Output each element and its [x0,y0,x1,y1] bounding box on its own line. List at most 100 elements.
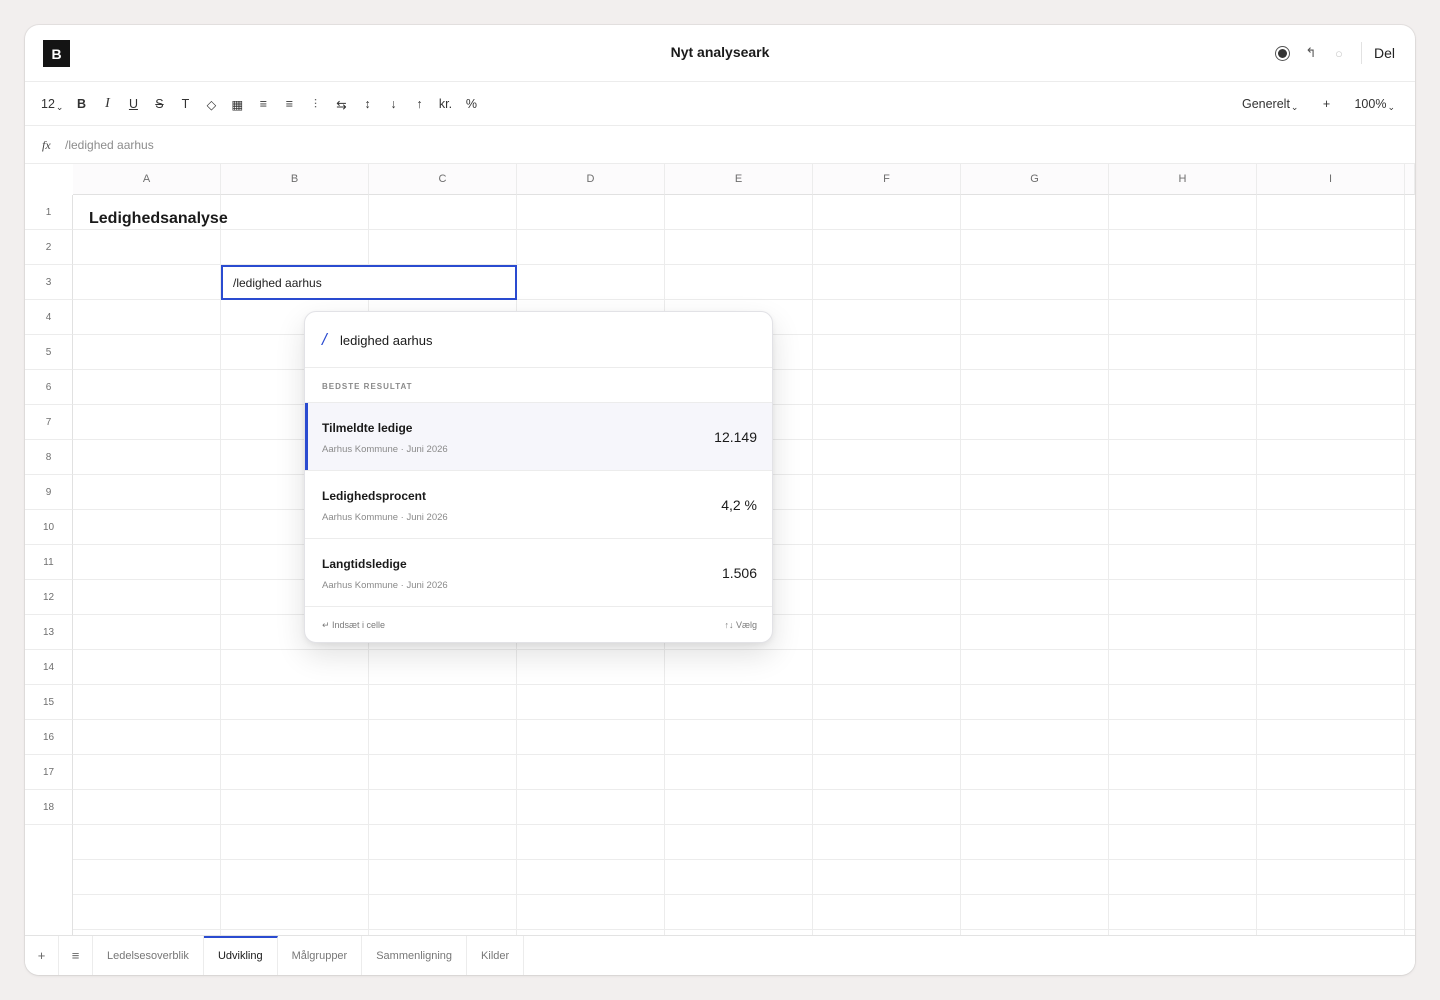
select-all-corner[interactable] [25,164,73,195]
sort-ascending-icon[interactable]: ↑ [407,90,431,118]
section-label: BEDSTE RESULTAT [322,382,413,391]
document-title[interactable]: Nyt analyseark [25,44,1415,60]
align-left-icon[interactable]: ≡ [251,90,275,118]
sheet-tab-udvikling[interactable]: Udvikling [203,936,278,975]
grid-row-line [73,789,1415,790]
row-header-4[interactable]: 4 [25,300,73,335]
row-header-15[interactable]: 15 [25,685,73,720]
row-header-17[interactable]: 17 [25,755,73,790]
row-header-5[interactable]: 5 [25,335,73,370]
slash-icon: / [322,330,327,349]
number-format-select[interactable]: Generelt ⌄ [1238,90,1303,118]
fx-label: fx [42,138,51,152]
formula-input[interactable]: /ledighed aarhus [65,138,154,152]
popup-query-text[interactable]: ledighed aarhus [340,333,433,348]
result-item[interactable]: Tilmeldte ledige Aarhus Kommune · Juni 2… [305,402,772,471]
result-item[interactable]: Langtidsledige Aarhus Kommune · Juni 202… [305,538,772,606]
number-format-value: Generelt [1241,97,1290,111]
result-subtitle: Aarhus Kommune · Juni 2026 [322,444,448,455]
grid-row-line [73,229,1415,230]
row-header-9[interactable]: 9 [25,475,73,510]
column-header-c[interactable]: C [369,164,517,195]
row-header-3[interactable]: 3 [25,265,73,300]
column-header-overflow [1405,164,1415,195]
cell-a1[interactable]: Ledighedsanalyse [89,210,228,228]
grid-row-line [73,824,1415,825]
popup-footer: ↵ Indsæt i celle ↑↓ Vælg [305,606,772,642]
sort-descending-icon[interactable]: ↓ [381,90,405,118]
row-header-1[interactable]: 1 [25,195,73,230]
chevron-down-icon: ⌄ [55,101,64,112]
result-subtitle: Aarhus Kommune · Juni 2026 [322,580,448,591]
merge-cells-icon[interactable]: ⇆ [329,90,353,118]
zoom-select[interactable]: 100% ⌄ [1350,90,1399,118]
row-header-13[interactable]: 13 [25,615,73,650]
add-sheet-icon[interactable]: + [25,936,59,975]
row-height-icon[interactable]: ↕ [355,90,379,118]
column-header-f[interactable]: F [813,164,961,195]
row-header-10[interactable]: 10 [25,510,73,545]
column-header-b[interactable]: B [221,164,369,195]
navigate-hint: ↑↓ Vælg [724,620,757,630]
column-header-h[interactable]: H [1109,164,1257,195]
grid-row-line [73,894,1415,895]
row-header-2[interactable]: 2 [25,230,73,265]
row-header-11[interactable]: 11 [25,545,73,580]
strikethrough-button[interactable]: S [147,90,171,118]
row-header-14[interactable]: 14 [25,650,73,685]
grid-row-line [73,929,1415,930]
row-header-18[interactable]: 18 [25,790,73,825]
sheet-tabs-bar: + ≡ Ledelsesoverblik Udvikling Målgrupper S… [25,935,1415,975]
row-header-8[interactable]: 8 [25,440,73,475]
align-center-icon[interactable]: ≡ [277,90,301,118]
column-header-d[interactable]: D [517,164,665,195]
column-header-i[interactable]: I [1257,164,1405,195]
row-header-12[interactable]: 12 [25,580,73,615]
text-type-button[interactable]: T [173,90,197,118]
sheet-menu-icon[interactable]: ≡ [59,936,93,975]
percent-format-button[interactable]: % [459,90,483,118]
result-title: Langtidsledige [322,557,407,571]
popup-search-field[interactable]: / ledighed aarhus [305,312,772,368]
insert-hint: ↵ Indsæt i celle [322,620,386,630]
zoom-value: 100% [1354,97,1387,111]
currency-format-button[interactable]: kr. [433,90,457,118]
data-search-popup: / ledighed aarhus BEDSTE RESULTAT Tilmel… [304,311,773,643]
wrap-text-icon[interactable]: ⫶ [303,90,327,118]
font-size-value: 12 [41,97,55,111]
undo-icon[interactable]: ↰ [1297,41,1325,65]
title-actions: ↰ ○ Del [1269,41,1397,65]
formula-bar: fx /ledighed aarhus [25,126,1415,164]
underline-button[interactable]: U [121,90,145,118]
column-header-e[interactable]: E [665,164,813,195]
sheet-tab-kilder[interactable]: Kilder [467,936,525,975]
chevron-down-icon: ⌄ [1387,101,1395,112]
result-value: 12.149 [714,429,757,445]
bold-button[interactable]: B [69,90,93,118]
column-header-g[interactable]: G [961,164,1109,195]
row-header-7[interactable]: 7 [25,405,73,440]
row-header-6[interactable]: 6 [25,370,73,405]
column-header-a[interactable]: A [73,164,221,195]
font-size-select[interactable]: 12 ⌄ [37,90,67,118]
formatting-toolbar: 12 ⌄ B I U S T ◇ ▦ ≡ ≡ ⫶ ⇆ ↕ ↓ ↑ kr. % Ge… [25,82,1415,126]
grid-row-line [73,719,1415,720]
result-item[interactable]: Ledighedsprocent Aarhus Kommune · Juni 2… [305,470,772,538]
grid-row-line [73,754,1415,755]
fill-color-icon[interactable]: ◇ [199,90,223,118]
app-window: B Nyt analyseark ↰ ○ Del 12 ⌄ B I U S T ◇… [25,25,1415,975]
sheet-tab-ledelsesoverblik[interactable]: Ledelsesoverblik [93,936,204,975]
sheet-tab-målgrupper[interactable]: Målgrupper [278,936,363,975]
borders-icon[interactable]: ▦ [225,90,249,118]
italic-button[interactable]: I [95,90,119,118]
sheet-tab-sammenligning[interactable]: Sammenligning [362,936,468,975]
grid-row-line [73,684,1415,685]
record-icon[interactable] [1269,41,1297,65]
chevron-down-icon: ⌄ [1290,101,1299,112]
add-button[interactable]: + [1314,90,1338,118]
row-header-16[interactable]: 16 [25,720,73,755]
result-subtitle: Aarhus Kommune · Juni 2026 [322,512,448,523]
share-button[interactable]: Del [1372,45,1397,61]
active-cell-b3[interactable]: /ledighed aarhus [221,265,517,300]
redo-icon[interactable]: ○ [1325,41,1353,65]
